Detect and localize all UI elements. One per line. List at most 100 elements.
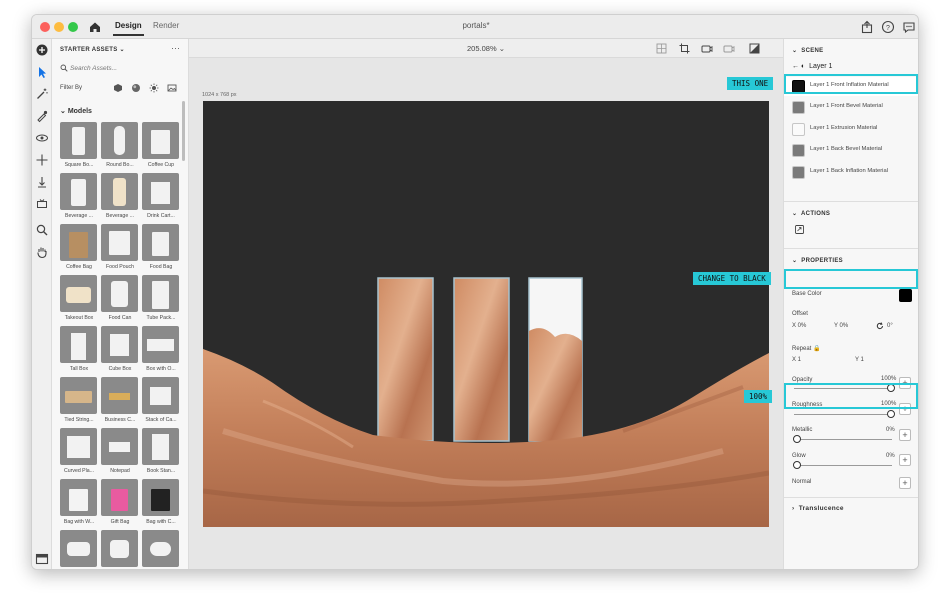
material-row[interactable]: Layer 1 Extrusion Material — [784, 120, 918, 139]
move-icon[interactable] — [35, 153, 49, 167]
glow-slider[interactable] — [794, 465, 892, 466]
offset-y[interactable]: Y 0% — [834, 323, 848, 329]
glow-value: 0% — [886, 453, 895, 459]
tool-rail — [32, 39, 52, 569]
camera-icon[interactable] — [722, 42, 735, 55]
grid-view-icon[interactable] — [655, 42, 668, 55]
asset-thumbnail[interactable]: Twist Jar — [101, 530, 141, 569]
asset-thumbnail[interactable]: Food Pouch — [101, 224, 141, 274]
asset-thumbnail[interactable]: Tube Pack... — [142, 275, 182, 325]
search-input[interactable] — [70, 61, 176, 75]
material-name: Layer 1 Front Bevel Material — [810, 103, 883, 109]
asset-thumbnail[interactable]: Cube Box — [101, 326, 141, 376]
asset-thumbnail[interactable]: Business C... — [101, 377, 141, 427]
asset-thumbnail[interactable]: Tall Box — [60, 326, 100, 376]
layer-title[interactable]: ← ◐ Layer 1 — [792, 63, 832, 70]
frame-icon[interactable] — [35, 197, 49, 211]
divider — [784, 497, 918, 498]
translucence-section[interactable]: › Translucence — [792, 505, 844, 512]
asset-thumbnail[interactable]: Tied String... — [60, 377, 100, 427]
action-icon[interactable] — [795, 225, 804, 234]
material-row[interactable]: Layer 1 Back Bevel Material — [784, 141, 918, 160]
material-row[interactable]: Layer 1 Back Inflation Material — [784, 163, 918, 182]
offset-rotation[interactable]: 0° — [887, 323, 893, 329]
metallic-slider-knob[interactable] — [793, 435, 801, 443]
asset-thumbnail[interactable]: Twist Cap... — [142, 530, 182, 569]
repeat-x[interactable]: X 1 — [792, 357, 801, 363]
glow-slider-knob[interactable] — [793, 461, 801, 469]
crop-icon[interactable] — [678, 42, 691, 55]
render-preview-icon[interactable] — [748, 42, 761, 55]
material-row[interactable]: Layer 1 Front Bevel Material — [784, 98, 918, 117]
asset-thumbnail[interactable]: Beverage ... — [60, 173, 100, 223]
app-window: Design Render portals* ? STARTER ASSETS … — [31, 14, 919, 570]
asset-thumbnail[interactable]: Takeout Box — [60, 275, 100, 325]
asset-thumbnail[interactable]: Curved Pla... — [60, 428, 100, 478]
base-color-swatch[interactable] — [899, 289, 912, 302]
hand-icon[interactable] — [35, 245, 49, 259]
material-name: Layer 1 Extrusion Material — [810, 125, 878, 131]
asset-thumbnail[interactable]: Book Stan... — [142, 428, 182, 478]
roughness-slider[interactable] — [794, 414, 892, 415]
orbit-icon[interactable] — [35, 131, 49, 145]
filter-lights-icon[interactable] — [149, 83, 159, 93]
glow-label: Glow — [792, 453, 806, 459]
asset-thumbnail[interactable]: Beverage ... — [101, 173, 141, 223]
select-tool-icon[interactable] — [35, 65, 49, 79]
callout-change-to-black: CHANGE TO BLACK — [693, 272, 771, 285]
properties-heading[interactable]: ⌄ PROPERTIES — [792, 257, 843, 264]
export-icon[interactable] — [860, 20, 874, 34]
scene-heading[interactable]: ⌄ SCENE — [792, 47, 823, 54]
roughness-slider-knob[interactable] — [887, 410, 895, 418]
asset-thumbnail[interactable]: Coffee Cup — [142, 122, 182, 172]
metallic-slider[interactable] — [794, 439, 892, 440]
sample-tool-icon[interactable] — [35, 109, 49, 123]
filter-models-icon[interactable] — [113, 83, 123, 93]
models-section-header[interactable]: ⌄ Models — [60, 107, 92, 115]
asset-thumbnail[interactable]: Gift Bag — [101, 479, 141, 529]
zoom-icon[interactable] — [35, 223, 49, 237]
asset-thumbnail[interactable]: Small Jar... — [60, 530, 100, 569]
magic-wand-icon[interactable] — [35, 87, 49, 101]
canvas-size-label: 1024 x 768 px — [202, 92, 237, 98]
normal-add-button[interactable]: + — [899, 477, 911, 489]
asset-thumbnail[interactable]: Bag with C... — [142, 479, 182, 529]
assets-library-dropdown[interactable]: STARTER ASSETS ⌄ — [60, 46, 125, 53]
asset-thumbnail[interactable]: Food Can — [101, 275, 141, 325]
render-canvas[interactable] — [203, 101, 769, 527]
help-icon[interactable]: ? — [881, 20, 895, 34]
asset-thumbnail[interactable]: Food Bag — [142, 224, 182, 274]
asset-preview-image — [142, 122, 179, 159]
zoom-level[interactable]: 205.08% ⌄ — [189, 44, 783, 53]
asset-preview-image — [142, 326, 179, 363]
repeat-y[interactable]: Y 1 — [855, 357, 864, 363]
dolly-icon[interactable] — [35, 175, 49, 189]
asset-thumbnail[interactable]: Notepad — [101, 428, 141, 478]
camera-bookmark-icon[interactable] — [700, 42, 713, 55]
asset-label: Box with O... — [146, 366, 176, 372]
lock-icon[interactable]: 🔒 — [813, 346, 820, 352]
assets-scrollbar[interactable] — [182, 101, 185, 161]
asset-thumbnail[interactable]: Coffee Bag — [60, 224, 100, 274]
assets-more-menu[interactable]: ··· — [171, 43, 180, 53]
glow-add-button[interactable]: + — [899, 454, 911, 466]
add-icon[interactable] — [35, 43, 49, 57]
filter-images-icon[interactable] — [167, 83, 177, 93]
asset-thumbnail[interactable]: Box with O... — [142, 326, 182, 376]
offset-label: Offset — [792, 311, 808, 317]
asset-thumbnail[interactable]: Drink Cart... — [142, 173, 182, 223]
asset-thumbnail[interactable]: Bag with W... — [60, 479, 100, 529]
layers-panel-icon[interactable] — [35, 552, 49, 565]
asset-thumbnail[interactable]: Stack of Ca... — [142, 377, 182, 427]
offset-x[interactable]: X 0% — [792, 323, 806, 329]
metallic-add-button[interactable]: + — [899, 429, 911, 441]
divider — [784, 201, 918, 202]
actions-heading[interactable]: ⌄ ACTIONS — [792, 210, 830, 217]
feedback-icon[interactable] — [902, 20, 916, 34]
asset-label: Beverage ... — [65, 213, 93, 219]
filter-materials-icon[interactable] — [131, 83, 141, 93]
asset-thumbnail[interactable]: Square Bo... — [60, 122, 100, 172]
base-color-label: Base Color — [792, 291, 822, 297]
asset-thumbnail[interactable]: Round Bo... — [101, 122, 141, 172]
asset-preview-image — [142, 275, 179, 312]
